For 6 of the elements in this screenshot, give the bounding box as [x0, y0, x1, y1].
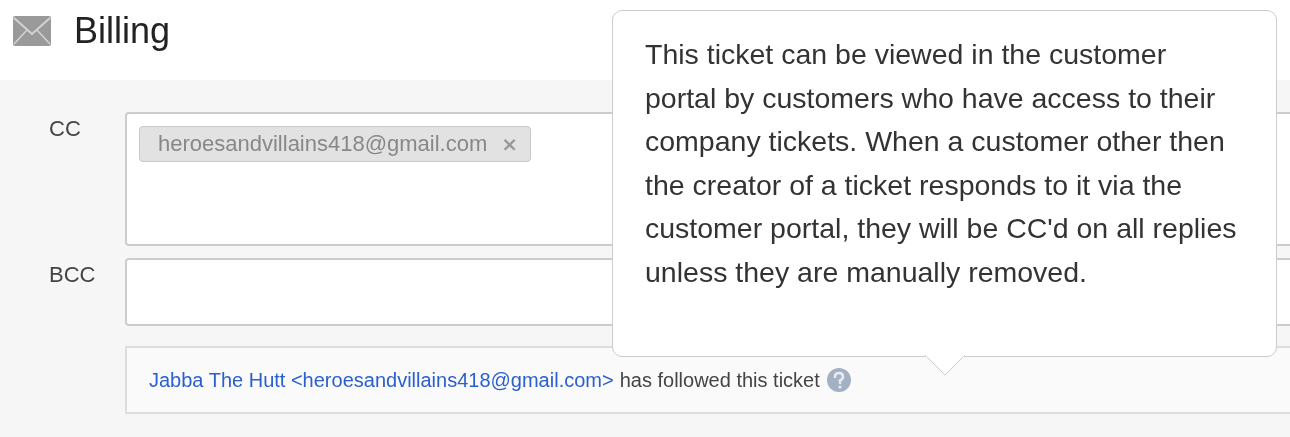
bcc-label: BCC [48, 261, 97, 289]
page-title: Billing [74, 10, 171, 52]
follow-text: has followed this ticket [619, 368, 820, 392]
tooltip-text: This ticket can be viewed in the customer portal by customers who have access to their company tickets. When a customer other then the creator of a ticket responds to it via the customer portal, they will be CC'd on all replies unless they are manually removed. [645, 37, 1238, 290]
cc-label: CC [48, 115, 82, 143]
tag-email: heroesandvillains418@gmail.com [158, 131, 488, 157]
